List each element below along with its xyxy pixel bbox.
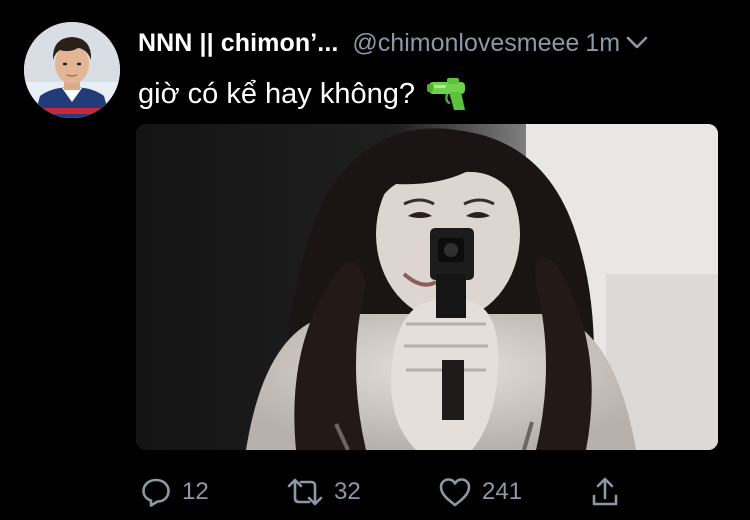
tweet[interactable]: NNN || chimon’... @chimonlovesmeee 1m gi… [0, 0, 750, 520]
speech-bubble-icon [140, 476, 172, 508]
reply-count: 12 [182, 478, 209, 505]
tweet-body: giờ có kể hay không? [138, 78, 415, 110]
chevron-down-icon[interactable] [624, 30, 650, 56]
timestamp[interactable]: 1m [585, 26, 620, 60]
like-count: 241 [482, 478, 523, 505]
tweet-action-bar: 12 32 241 [136, 472, 636, 512]
reply-button[interactable]: 12 [140, 472, 209, 512]
retweet-arrows-icon [286, 476, 324, 508]
share-button[interactable] [590, 472, 620, 512]
display-name[interactable]: NNN || chimon’... [138, 26, 338, 60]
retweet-count: 32 [334, 478, 361, 505]
user-handle[interactable]: @chimonlovesmeee [352, 26, 579, 60]
tweet-media-image[interactable] [136, 124, 718, 450]
heart-icon [438, 476, 472, 508]
share-upload-icon [590, 476, 620, 508]
water-pistol-emoji-icon [425, 76, 469, 112]
photo-woman-aiming-gun [136, 124, 718, 450]
tweet-text: giờ có kể hay không? [138, 72, 469, 116]
avatar-photo [24, 22, 120, 118]
retweet-button[interactable]: 32 [286, 472, 361, 512]
avatar[interactable] [24, 22, 120, 118]
tweet-header: NNN || chimon’... @chimonlovesmeee 1m [138, 26, 723, 60]
like-button[interactable]: 241 [438, 472, 522, 512]
